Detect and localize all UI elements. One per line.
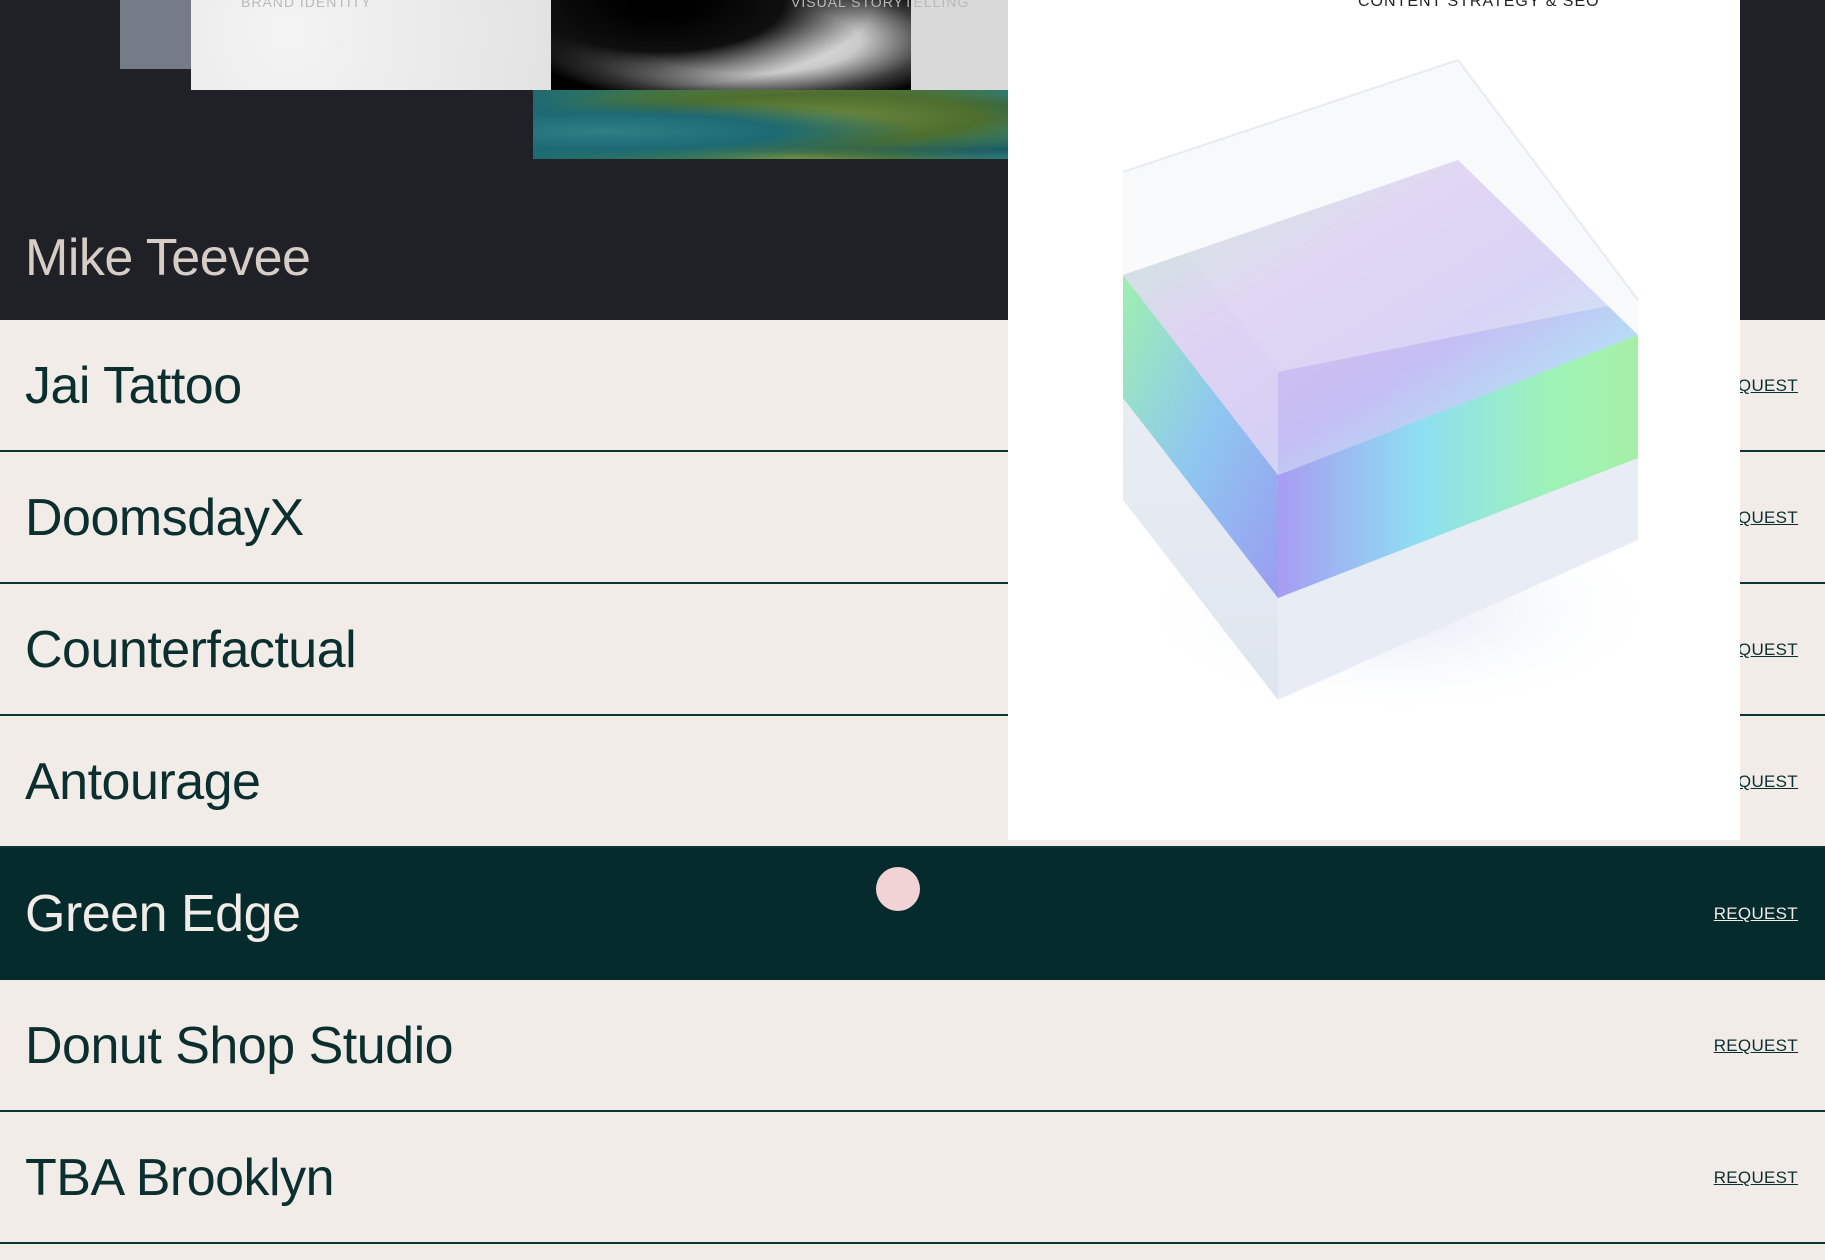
project-name: Donut Shop Studio [25, 1017, 454, 1075]
aerial-landscape-image [533, 90, 1008, 159]
request-link[interactable]: REQUEST [1714, 1168, 1798, 1188]
project-row-green-edge[interactable]: Green Edge REQUEST [0, 848, 1825, 980]
project-name: DoomsdayX [25, 489, 304, 547]
project-row-donut-shop-studio[interactable]: Donut Shop Studio REQUEST [0, 980, 1825, 1112]
grey-thumbnail [120, 0, 200, 69]
project-row-tba-brooklyn[interactable]: TBA Brooklyn REQUEST [0, 1112, 1825, 1244]
caption-brand-identity: BRAND IDENTITY [241, 0, 372, 10]
project-name: Antourage [25, 753, 261, 811]
project-name: Jai Tattoo [25, 357, 242, 415]
caption-visual-storytelling: VISUAL STORYTELLING [791, 0, 970, 10]
project-name: Counterfactual [25, 621, 357, 679]
portrait-image: BRAND IDENTITY VISUAL STORYTELLING [191, 0, 1008, 90]
portrait-subject [551, 0, 911, 90]
cursor-dot [876, 867, 920, 911]
request-link[interactable]: REQUEST [1714, 904, 1798, 924]
request-link[interactable]: REQUEST [1714, 1036, 1798, 1056]
preview-caption: CONTENT STRATEGY & SEO [1358, 0, 1600, 10]
project-name: Green Edge [25, 885, 301, 943]
person-name: Mike Teevee [25, 229, 311, 287]
glass-cube-illustration [1122, 58, 1668, 720]
project-preview-card: CONTENT STRATEGY & SEO [1008, 0, 1740, 840]
project-name: TBA Brooklyn [25, 1149, 335, 1207]
